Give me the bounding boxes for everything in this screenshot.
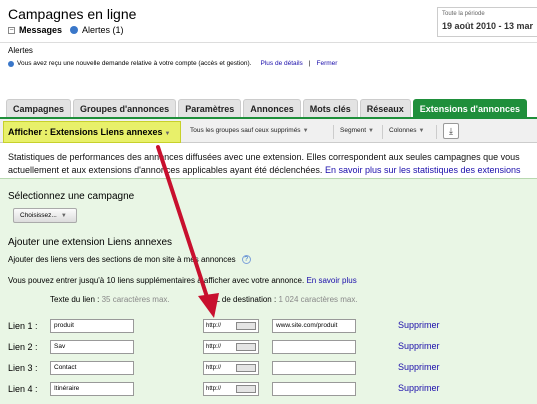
protocol-value: http:// xyxy=(206,323,222,329)
destination-url-limit: 1 024 caractères max. xyxy=(278,295,358,304)
sitelinks-checkbox-row: Ajouter des liens vers des sections de m… xyxy=(8,255,251,264)
tab-ads[interactable]: Annonces xyxy=(243,99,301,117)
toolbar: Afficher : Extensions Liens annexes ▼ Tou… xyxy=(0,117,537,143)
link-text-label: Texte du lien : xyxy=(50,295,100,304)
date-range-label: Toute la période xyxy=(442,11,485,17)
destination-url-input[interactable] xyxy=(272,340,356,354)
sitelinks-learn-more-link[interactable]: En savoir plus xyxy=(306,276,356,285)
delete-link[interactable]: Supprimer xyxy=(398,383,440,393)
link-text-limit: 35 caractères max. xyxy=(101,295,170,304)
description-line: Statistiques de performances des annonce… xyxy=(8,152,520,162)
tab-campaigns[interactable]: Campagnes xyxy=(6,99,72,117)
toolbar-divider xyxy=(333,125,334,139)
dropdown-arrow-icon xyxy=(236,322,256,330)
destination-url-label: URL de destination : xyxy=(204,295,277,304)
destination-url-input[interactable] xyxy=(272,361,356,375)
alert-info-icon xyxy=(70,26,79,34)
sitelinks-hint-text: Vous pouvez entrer jusqu'à 10 liens supp… xyxy=(8,276,305,285)
delete-link[interactable]: Supprimer xyxy=(398,362,440,372)
link-text-input[interactable]: produit xyxy=(50,319,134,333)
protocol-select[interactable]: http:// xyxy=(203,361,259,375)
filter-dropdown-label: Tous les groupes sauf ceux supprimés xyxy=(190,127,301,134)
segment-dropdown[interactable]: Segment ▼ xyxy=(340,127,374,134)
tab-ad-extensions[interactable]: Extensions d'annonces xyxy=(412,99,527,117)
messages-toggle[interactable]: Messages xyxy=(19,25,62,35)
protocol-value: http:// xyxy=(206,344,222,350)
toolbar-divider xyxy=(436,125,437,139)
filter-dropdown[interactable]: Tous les groupes sauf ceux supprimés ▼ xyxy=(190,127,309,134)
chevron-down-icon: ▼ xyxy=(368,128,374,134)
destination-url-input[interactable] xyxy=(272,382,356,396)
columns-dropdown-label: Colonnes xyxy=(389,127,417,134)
alerts-count[interactable]: Alertes (1) xyxy=(82,25,124,35)
chevron-down-icon: ▼ xyxy=(164,131,171,137)
protocol-select[interactable]: http:// xyxy=(203,319,259,333)
sitelinks-heading: Ajouter une extension Liens annexes xyxy=(8,237,173,248)
protocol-value: http:// xyxy=(206,386,222,392)
date-range-value: 19 août 2010 - 13 mar xyxy=(442,21,534,31)
campaign-select-label: Choisissez... xyxy=(20,212,57,219)
dropdown-arrow-icon xyxy=(236,385,256,393)
alert-close-link[interactable]: Fermer xyxy=(316,60,337,67)
sitelinks-panel: Sélectionnez une campagne Choisissez... ▼… xyxy=(0,178,537,404)
link-text-input[interactable]: Sav xyxy=(50,340,134,354)
destination-url-column-header: URL de destination : 1 024 caractères ma… xyxy=(204,295,358,304)
view-dropdown[interactable]: Afficher : Extensions Liens annexes ▼ xyxy=(3,121,181,143)
sitelinks-checkbox-label[interactable]: Ajouter des liens vers des sections de m… xyxy=(8,255,236,264)
alert-details-link[interactable]: Plus de détails xyxy=(261,60,303,67)
protocol-select[interactable]: http:// xyxy=(203,340,259,354)
tab-networks[interactable]: Réseaux xyxy=(359,99,411,117)
page-title: Campagnes en ligne xyxy=(8,6,137,22)
campaign-select-heading: Sélectionnez une campagne xyxy=(8,191,135,202)
description-line: actuellement et aux extensions d'annonce… xyxy=(8,165,323,175)
segment-dropdown-label: Segment xyxy=(340,127,367,134)
delete-link[interactable]: Supprimer xyxy=(398,341,440,351)
tab-bar: Campagnes Groupes d'annonces Paramètres … xyxy=(6,99,527,117)
protocol-select[interactable]: http:// xyxy=(203,382,259,396)
alert-separator: | xyxy=(308,60,311,67)
header-divider xyxy=(0,42,537,43)
sitelink-row: Lien 4 : Itinéraire http:// Supprimer xyxy=(0,381,537,399)
chevron-down-icon: ▼ xyxy=(60,213,67,219)
statistics-description: Statistiques de performances des annonce… xyxy=(8,151,537,177)
sitelink-label: Lien 4 : xyxy=(8,384,38,394)
tab-keywords[interactable]: Mots clés xyxy=(302,99,358,117)
download-button[interactable]: ⤓ xyxy=(443,123,459,139)
chevron-down-icon: ▼ xyxy=(302,128,309,134)
sitelink-label: Lien 3 : xyxy=(8,363,38,373)
protocol-value: http:// xyxy=(206,365,222,371)
view-dropdown-label: Afficher : Extensions Liens annexes xyxy=(8,127,163,137)
dropdown-arrow-icon xyxy=(236,364,256,372)
date-range-picker[interactable]: Toute la période 19 août 2010 - 13 mar xyxy=(437,7,537,37)
columns-dropdown[interactable]: Colonnes ▼ xyxy=(389,127,424,134)
collapse-icon[interactable]: − xyxy=(8,26,15,34)
destination-url-input[interactable]: www.site.com/produit xyxy=(272,319,356,333)
alerts-heading: Alertes xyxy=(8,46,33,55)
campaign-select-button[interactable]: Choisissez... ▼ xyxy=(13,208,77,223)
sitelink-row: Lien 2 : Sav http:// Supprimer xyxy=(0,339,537,357)
link-text-input[interactable]: Contact xyxy=(50,361,134,375)
chevron-down-icon: ▼ xyxy=(418,128,425,134)
info-icon xyxy=(8,60,14,67)
link-text-input[interactable]: Itinéraire xyxy=(50,382,134,396)
sitelink-row: Lien 3 : Contact http:// Supprimer xyxy=(0,360,537,378)
sitelink-label: Lien 2 : xyxy=(8,342,38,352)
alert-message-row: Vous avez reçu une nouvelle demande rela… xyxy=(8,60,337,67)
statistics-learn-more-link[interactable]: En savoir plus sur les statistiques des … xyxy=(325,165,521,175)
messages-bar: − Messages Alertes (1) xyxy=(8,25,124,35)
alert-message: Vous avez reçu une nouvelle demande rela… xyxy=(17,60,252,67)
dropdown-arrow-icon xyxy=(236,343,256,351)
sitelinks-hint: Vous pouvez entrer jusqu'à 10 liens supp… xyxy=(8,276,357,285)
tab-ad-groups[interactable]: Groupes d'annonces xyxy=(73,99,177,117)
delete-link[interactable]: Supprimer xyxy=(398,320,440,330)
sitelink-label: Lien 1 : xyxy=(8,321,38,331)
toolbar-divider xyxy=(382,125,383,139)
sitelink-row: Lien 1 : produit http:// www.site.com/pr… xyxy=(0,318,537,336)
help-icon[interactable]: ? xyxy=(241,255,251,264)
link-text-column-header: Texte du lien : 35 caractères max. xyxy=(50,295,170,304)
download-icon: ⤓ xyxy=(449,126,453,136)
tab-settings[interactable]: Paramètres xyxy=(178,99,242,117)
